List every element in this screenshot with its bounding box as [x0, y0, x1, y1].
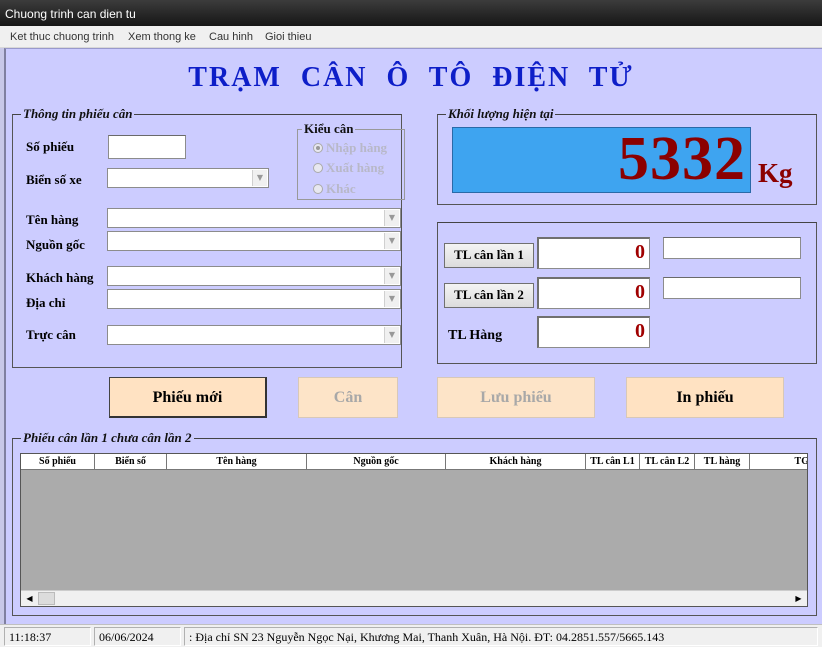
horizontal-scrollbar[interactable]: ◀ ▶: [21, 590, 807, 606]
can-lan-1-note[interactable]: [663, 237, 801, 259]
nguon-goc-combo[interactable]: ▼: [107, 231, 401, 251]
chevron-down-icon[interactable]: ▼: [384, 233, 399, 249]
app-title: TRẠM CÂN Ô TÔ ĐIỆN TỬ: [188, 62, 634, 93]
status-time: 11:18:37: [4, 627, 91, 646]
scroll-right-icon[interactable]: ▶: [791, 592, 806, 605]
column-header-tl-hang[interactable]: TL hàng: [695, 454, 750, 470]
status-date: 06/06/2024: [94, 627, 181, 646]
column-header-bien-so[interactable]: Biển số: [95, 454, 167, 470]
scroll-thumb[interactable]: [38, 592, 55, 605]
column-header-tg[interactable]: TG: [750, 454, 807, 470]
bien-so-combo[interactable]: ▼: [107, 168, 269, 188]
radio-khac[interactable]: Khác: [313, 181, 356, 197]
chevron-down-icon[interactable]: ▼: [384, 327, 399, 343]
column-header-tl-can-l1[interactable]: TL cân L1: [586, 454, 640, 470]
can-lan-2-value: 0: [537, 277, 650, 309]
menu-exit[interactable]: Ket thuc chuong trinh: [10, 31, 114, 43]
window-title: Chuong trinh can dien tu: [5, 7, 136, 21]
current-weight-legend: Khối lượng hiện tại: [448, 106, 554, 121]
can-lan-2-button[interactable]: TL cân lần 2: [444, 283, 534, 308]
scroll-left-icon[interactable]: ◀: [22, 592, 37, 605]
khach-hang-combo[interactable]: ▼: [107, 266, 401, 286]
weight-unit: Kg: [758, 158, 793, 188]
khach-hang-label: Khách hàng: [26, 270, 94, 285]
radio-selected-icon: [313, 143, 323, 153]
table-header: Số phiếu Biển số Tên hàng Nguồn gốc Khác…: [21, 454, 807, 470]
chevron-down-icon[interactable]: ▼: [384, 268, 399, 284]
menu-config[interactable]: Cau hinh: [209, 31, 253, 43]
chevron-down-icon[interactable]: ▼: [252, 170, 267, 186]
ten-hang-label: Tên hàng: [26, 212, 79, 227]
nguon-goc-label: Nguồn gốc: [26, 237, 85, 252]
can-lan-2-note[interactable]: [663, 277, 801, 299]
column-header-nguon-goc[interactable]: Nguồn gốc: [307, 454, 446, 470]
radio-icon: [313, 163, 323, 173]
status-bar: 11:18:37 06/06/2024 : Địa chỉ SN 23 Nguy…: [0, 624, 822, 647]
can-button[interactable]: Cân: [298, 377, 398, 418]
radio-xuat-hang-label: Xuất hàng: [326, 160, 385, 175]
so-phieu-label: Số phiếu: [26, 139, 75, 154]
menu-bar: Ket thuc chuong trinh Xem thong ke Cau h…: [0, 26, 822, 48]
truc-can-label: Trực cân: [26, 327, 76, 342]
kieu-can-legend: Kiểu cân: [304, 121, 354, 136]
chevron-down-icon[interactable]: ▼: [384, 210, 399, 226]
in-phieu-button[interactable]: In phiếu: [626, 377, 784, 418]
weight-display: 5332: [452, 125, 751, 193]
menu-statistics[interactable]: Xem thong ke: [128, 31, 196, 43]
chevron-down-icon[interactable]: ▼: [384, 291, 399, 307]
dia-chi-combo[interactable]: ▼: [107, 289, 401, 309]
bien-so-label: Biển số xe: [26, 172, 82, 187]
radio-icon: [313, 184, 323, 194]
column-header-tl-can-l2[interactable]: TL cân L2: [640, 454, 695, 470]
phieu-moi-button[interactable]: Phiếu mới: [109, 377, 267, 418]
can-lan-1-button[interactable]: TL cân lần 1: [444, 243, 534, 268]
pending-tickets-table[interactable]: Số phiếu Biển số Tên hàng Nguồn gốc Khác…: [20, 453, 808, 607]
tl-hang-label: TL Hàng: [448, 328, 503, 343]
radio-nhap-hang-label: Nhập hàng: [326, 140, 388, 155]
window-titlebar: Chuong trinh can dien tu: [0, 0, 822, 26]
ticket-info-legend: Thông tin phiếu cân: [23, 106, 133, 121]
column-header-khach-hang[interactable]: Khách hàng: [446, 454, 586, 470]
ten-hang-combo[interactable]: ▼: [107, 208, 401, 228]
menu-about[interactable]: Gioi thieu: [265, 31, 311, 43]
so-phieu-input[interactable]: [108, 135, 186, 159]
can-lan-1-value: 0: [537, 237, 650, 269]
truc-can-combo[interactable]: ▼: [107, 325, 401, 345]
status-address: : Địa chỉ SN 23 Nguyễn Ngọc Nại, Khương …: [184, 627, 818, 646]
tl-hang-value: 0: [537, 316, 650, 348]
radio-nhap-hang[interactable]: Nhập hàng: [313, 140, 387, 156]
luu-phieu-button[interactable]: Lưu phiếu: [437, 377, 595, 418]
weight-value: 5332: [618, 125, 746, 193]
column-header-ten-hang[interactable]: Tên hàng: [167, 454, 307, 470]
pending-tickets-legend: Phiếu cân lần 1 chưa cân lần 2: [23, 430, 192, 445]
radio-khac-label: Khác: [326, 181, 356, 196]
radio-xuat-hang[interactable]: Xuất hàng: [313, 160, 384, 176]
dia-chi-label: Địa chỉ: [26, 295, 66, 310]
column-header-so-phieu[interactable]: Số phiếu: [21, 454, 95, 470]
